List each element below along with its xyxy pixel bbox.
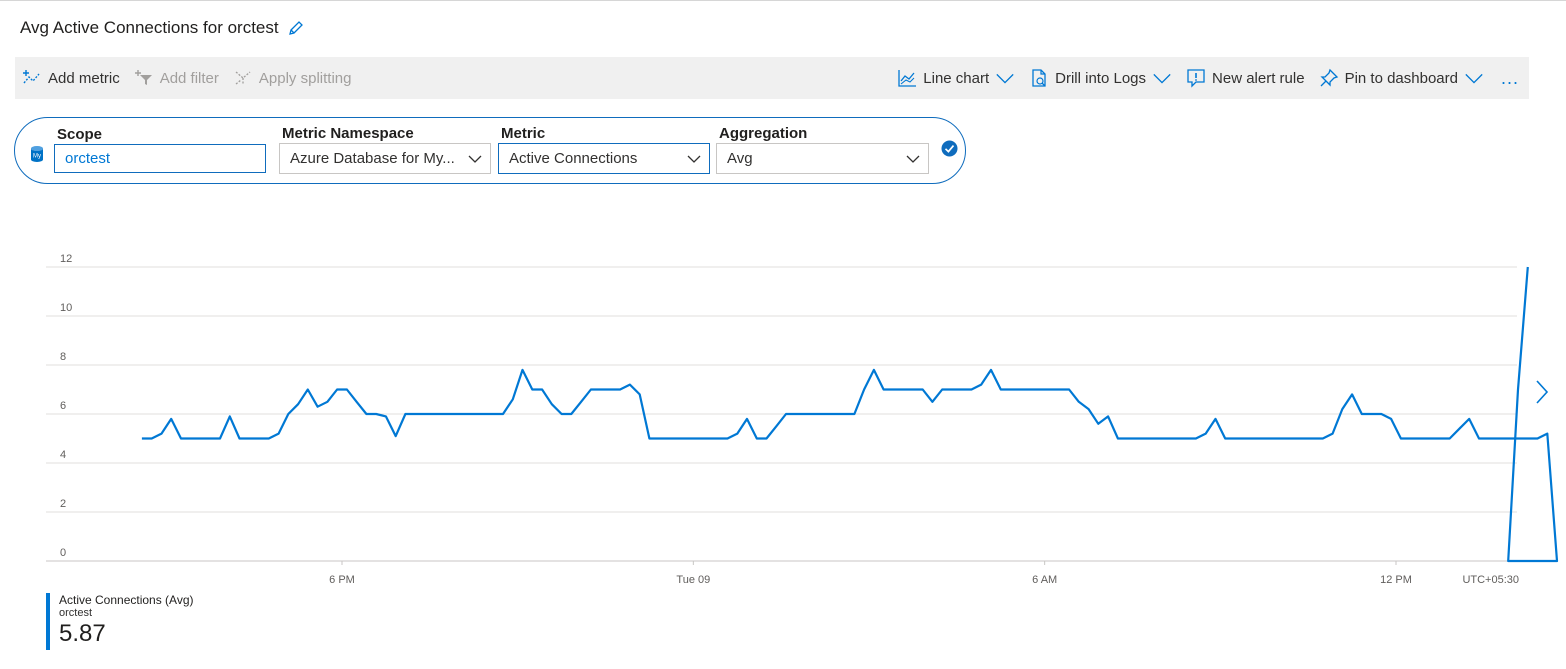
new-alert-rule-button[interactable]: New alert rule xyxy=(1179,57,1312,99)
metric-namespace-dropdown[interactable]: Azure Database for My... xyxy=(279,143,491,174)
line-chart-icon xyxy=(898,70,917,87)
confirm-check-icon[interactable] xyxy=(941,140,958,157)
legend-resource: orctest xyxy=(59,607,93,619)
aggregation-value: Avg xyxy=(727,150,753,167)
chart-title-row: Avg Active Connections for orctest xyxy=(20,18,305,38)
alert-icon xyxy=(1187,69,1205,88)
edit-title-icon[interactable] xyxy=(287,19,305,37)
y-tick-label: 6 xyxy=(60,400,66,412)
timezone-label: UTC+05:30 xyxy=(1462,574,1519,586)
chevron-down-icon xyxy=(468,155,482,163)
new-alert-rule-label: New alert rule xyxy=(1212,69,1305,87)
chevron-down-icon xyxy=(996,73,1014,84)
chevron-right-icon[interactable] xyxy=(1533,379,1551,405)
add-filter-label: Add filter xyxy=(159,69,219,87)
drill-into-logs-button[interactable]: Drill into Logs xyxy=(1022,57,1179,99)
y-tick-label: 4 xyxy=(60,449,66,461)
add-metric-label: Add metric xyxy=(48,69,120,87)
line-chart-button[interactable]: Line chart xyxy=(890,57,1022,99)
logs-icon xyxy=(1032,69,1046,87)
line-chart: 0 2 4 6 8 10 12 6 PM Tue 09 6 AM 12 PM UTC+05:30 xyxy=(46,253,1559,586)
apply-splitting-label: Apply splitting xyxy=(258,69,352,87)
scope-label: Scope xyxy=(57,126,103,143)
y-tick-label: 0 xyxy=(60,547,66,559)
pin-to-dashboard-button[interactable]: Pin to dashboard xyxy=(1312,57,1491,99)
line-chart-label: Line chart xyxy=(923,69,990,87)
chart-title: Avg Active Connections for orctest xyxy=(20,18,279,37)
aggregation-label: Aggregation xyxy=(719,125,808,142)
chart-toolbar: Add metric Add filter Apply splitting Li… xyxy=(15,57,1529,99)
top-border xyxy=(0,0,1566,1)
mysql-database-icon: My xyxy=(31,146,43,162)
more-options-button[interactable]: ... xyxy=(1491,68,1529,89)
drill-into-logs-label: Drill into Logs xyxy=(1055,69,1147,87)
add-metric-button[interactable]: Add metric xyxy=(15,57,127,99)
metric-namespace-label: Metric Namespace xyxy=(282,125,414,142)
legend-value: 5.87 xyxy=(59,620,106,647)
add-filter-icon xyxy=(134,70,152,85)
metric-label: Metric xyxy=(501,125,546,142)
add-filter-button[interactable]: Add filter xyxy=(127,57,226,99)
x-tick-label: 6 PM xyxy=(329,574,355,586)
chevron-down-icon xyxy=(1465,73,1483,84)
legend-series-name: Active Connections (Avg) xyxy=(59,593,194,607)
y-tick-label: 12 xyxy=(60,253,72,265)
pin-to-dashboard-label: Pin to dashboard xyxy=(1344,69,1458,87)
chevron-down-icon xyxy=(906,155,920,163)
chart-legend[interactable]: Active Connections (Avg) orctest 5.87 xyxy=(46,593,194,650)
add-metric-icon xyxy=(23,70,40,84)
apply-splitting-button[interactable]: Apply splitting xyxy=(226,57,359,99)
metric-namespace-value: Azure Database for My... xyxy=(290,150,455,167)
svg-text:My: My xyxy=(33,154,41,160)
y-tick-label: 8 xyxy=(60,351,66,363)
scope-value: orctest xyxy=(65,150,111,167)
scope-input[interactable]: orctest xyxy=(54,144,266,173)
y-tick-label: 10 xyxy=(60,302,72,314)
y-tick-label: 2 xyxy=(60,498,66,510)
x-tick-label: 12 PM xyxy=(1380,574,1412,586)
pin-icon xyxy=(1319,68,1338,87)
chevron-down-icon xyxy=(687,155,701,163)
metric-value: Active Connections xyxy=(509,150,638,167)
aggregation-dropdown[interactable]: Avg xyxy=(716,143,929,174)
apply-splitting-icon xyxy=(235,71,251,85)
x-tick-label: 6 AM xyxy=(1032,574,1057,586)
x-tick-label: Tue 09 xyxy=(676,574,710,586)
metric-dropdown[interactable]: Active Connections xyxy=(498,143,710,174)
chevron-down-icon xyxy=(1153,73,1171,84)
